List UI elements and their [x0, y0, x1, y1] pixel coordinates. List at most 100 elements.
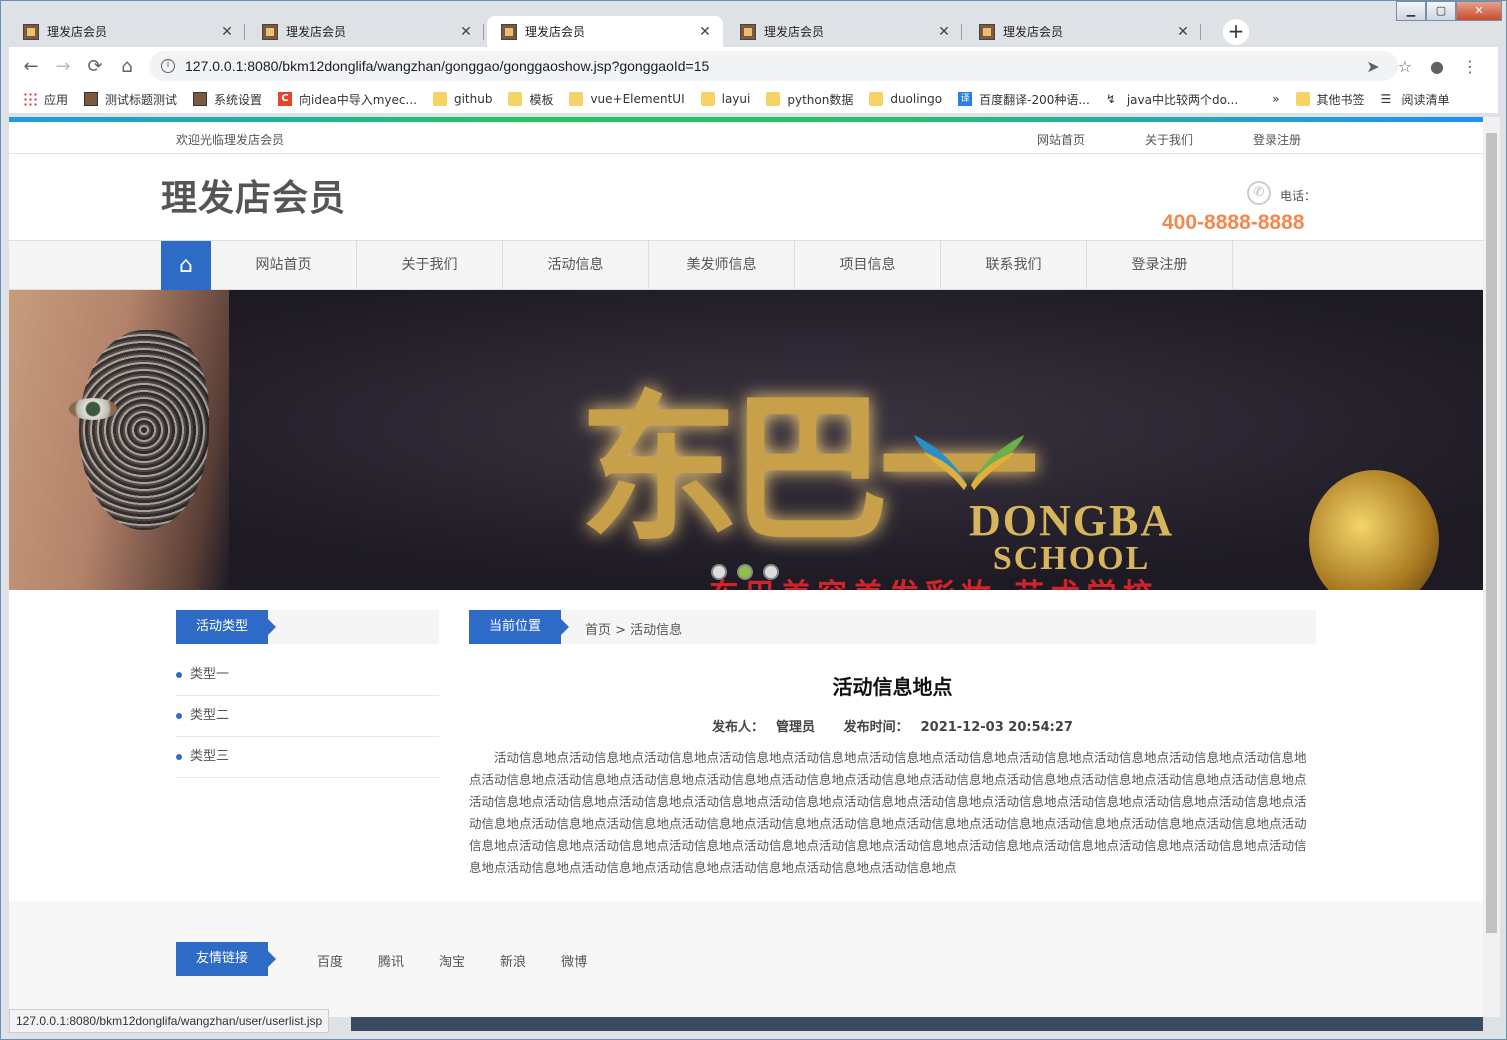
scrollbar-thumb[interactable] — [1486, 133, 1497, 933]
article-body: 活动信息地点活动信息地点活动信息地点活动信息地点活动信息地点活动信息地点活动信息… — [469, 750, 1307, 875]
sidebar-item-3[interactable]: 类型三 — [176, 737, 439, 778]
banner-brand-line1: DONGBA — [969, 496, 1175, 545]
bookmark-label: duolingo — [890, 92, 943, 106]
friend-link-1[interactable]: 百度 — [317, 951, 343, 970]
bookmark-3[interactable]: 系统设置 — [193, 91, 262, 108]
nav-item-1[interactable]: 网站首页 — [211, 241, 357, 290]
back-arrow-icon[interactable]: ← — [15, 56, 47, 77]
bookmark-2[interactable]: 测试标题测试 — [84, 91, 177, 108]
tab-strip: 理发店会员 ✕ 理发店会员 ✕ 理发店会员 ✕ 理发店会员 ✕ 理发店会员 ✕ + — [9, 13, 1498, 47]
nav-item-4[interactable]: 美发师信息 — [649, 241, 795, 290]
bookmark-7[interactable]: vue+ElementUI — [569, 92, 685, 106]
banner-dot-3[interactable] — [763, 564, 779, 580]
bookmark-12[interactable]: ↯ java中比较两个do... — [1106, 91, 1238, 108]
banner-gold-mask — [1309, 470, 1439, 590]
butterfly-icon — [914, 435, 1024, 490]
nav-item-2[interactable]: 关于我们 — [357, 241, 503, 290]
send-icon[interactable]: ➤ — [1366, 57, 1379, 76]
top-link-1[interactable]: 网站首页 — [1037, 131, 1085, 148]
address-bar[interactable]: i 127.0.0.1:8080/bkm12donglifa/wangzhan/… — [149, 51, 1478, 81]
home-icon[interactable]: ⌂ — [111, 56, 143, 77]
top-link-3[interactable]: 登录注册 — [1253, 131, 1301, 148]
bookmark-6[interactable]: 模板 — [508, 91, 553, 108]
bookmarks-more-button[interactable]: » — [1272, 92, 1279, 106]
site-info-icon[interactable]: i — [161, 59, 175, 73]
link-icon: ↯ — [1105, 92, 1116, 106]
star-icon[interactable]: ☆ — [1398, 57, 1412, 76]
site-logo[interactable]: 理发店会员 — [161, 169, 346, 221]
breadcrumb[interactable]: 首页 > 活动信息 — [585, 619, 682, 638]
tab-favicon-icon — [740, 23, 756, 40]
bookmark-label: github — [453, 92, 493, 106]
sidebar-item-1[interactable]: 类型一 — [176, 655, 439, 696]
tab-favicon-icon — [979, 23, 995, 40]
banner-dot-2[interactable] — [737, 564, 753, 580]
tab-title: 理发店会员 — [525, 25, 586, 39]
nav-item-5[interactable]: 项目信息 — [795, 241, 941, 290]
bookmark-1[interactable]: 应用 — [23, 91, 68, 108]
site-icon — [193, 92, 208, 106]
profile-icon[interactable]: ● — [1430, 57, 1444, 76]
tab-title: 理发店会员 — [47, 25, 108, 39]
apps-grid-icon — [23, 92, 37, 106]
other-bookmarks[interactable]: 其他书签 — [1295, 91, 1365, 108]
translate-icon: 译 — [958, 92, 973, 106]
bookmark-label: vue+ElementUI — [590, 92, 685, 106]
tab-close-icon[interactable]: ✕ — [1175, 24, 1191, 40]
browser-tab-3[interactable]: 理发店会员 ✕ — [487, 16, 723, 47]
forward-arrow-icon[interactable]: → — [47, 56, 79, 77]
tab-close-icon[interactable]: ✕ — [219, 24, 235, 40]
bookmark-label: java中比较两个do... — [1126, 92, 1239, 107]
banner-feather-mask — [79, 330, 209, 530]
friend-link-2[interactable]: 腾讯 — [378, 951, 404, 970]
friend-link-3[interactable]: 淘宝 — [439, 951, 465, 970]
browser-window: ▁ ▢ ✕ 理发店会员 ✕ 理发店会员 ✕ 理发店会员 ✕ 理发店会员 ✕ 理发店会员 ✕ + ← … — [0, 0, 1507, 1040]
main-nav: ⌂ 网站首页 关于我们 活动信息 美发师信息 项目信息 联系我们 登录注册 — [9, 241, 1483, 290]
bookmark-11[interactable]: 译百度翻译-200种语... — [958, 91, 1090, 108]
bookmark-5[interactable]: github — [432, 92, 493, 106]
url-text[interactable]: 127.0.0.1:8080/bkm12donglifa/wangzhan/go… — [185, 58, 709, 74]
status-url: 127.0.0.1:8080/bkm12donglifa/wangzhan/us… — [9, 1009, 330, 1033]
reload-icon[interactable]: ⟳ — [79, 56, 111, 77]
tab-close-icon[interactable]: ✕ — [697, 24, 713, 40]
top-link-2[interactable]: 关于我们 — [1145, 131, 1193, 148]
breadcrumb-bar: 当前位置 首页 > 活动信息 — [469, 610, 1316, 644]
bookmark-8[interactable]: layui — [700, 92, 750, 106]
home-icon[interactable]: ⌂ — [161, 241, 211, 290]
vertical-scrollbar[interactable] — [1483, 117, 1500, 1017]
bookmark-9[interactable]: python数据 — [766, 91, 853, 108]
top-links: 网站首页 关于我们 登录注册 — [1037, 131, 1301, 148]
browser-tab-4[interactable]: 理发店会员 ✕ — [726, 16, 962, 47]
banner-dot-1[interactable] — [711, 564, 727, 580]
sidebar-item-2[interactable]: 类型二 — [176, 696, 439, 737]
bookmark-label: 测试标题测试 — [105, 92, 178, 107]
folder-icon — [569, 92, 584, 106]
browser-tab-1[interactable]: 理发店会员 ✕ — [9, 16, 245, 47]
new-tab-button[interactable]: + — [1223, 19, 1249, 45]
friend-link-5[interactable]: 微博 — [561, 951, 587, 970]
tab-title: 理发店会员 — [286, 25, 347, 39]
bookmark-4[interactable]: C 向idea中导入myec... — [278, 91, 417, 108]
nav-item-7[interactable]: 登录注册 — [1087, 241, 1233, 290]
tab-close-icon[interactable]: ✕ — [936, 24, 952, 40]
bookmark-10[interactable]: duolingo — [869, 92, 942, 106]
tab-separator — [1200, 24, 1201, 40]
author: 管理员 — [776, 720, 816, 735]
friend-link-4[interactable]: 新浪 — [500, 951, 526, 970]
browser-tab-2[interactable]: 理发店会员 ✕ — [248, 16, 484, 47]
tab-favicon-icon — [23, 23, 39, 40]
article-meta: 发布人： 管理员 发布时间： 2021-12-03 20:54:27 — [469, 716, 1316, 735]
menu-dots-icon[interactable]: ⋮ — [1462, 57, 1478, 76]
tab-close-icon[interactable]: ✕ — [458, 24, 474, 40]
time-label: 发布时间： — [843, 720, 909, 735]
nav-item-6[interactable]: 联系我们 — [941, 241, 1087, 290]
csdn-icon: C — [278, 92, 293, 106]
bookmark-label: 百度翻译-200种语... — [979, 92, 1090, 107]
browser-tab-5[interactable]: 理发店会员 ✕ — [965, 16, 1201, 47]
nav-item-3[interactable]: 活动信息 — [503, 241, 649, 290]
folder-icon — [700, 92, 715, 106]
reading-list[interactable]: ☰ 阅读清单 — [1381, 91, 1450, 108]
folder-icon — [508, 92, 523, 106]
tab-separator — [244, 24, 245, 40]
phone-icon: ✆ — [1247, 181, 1271, 205]
